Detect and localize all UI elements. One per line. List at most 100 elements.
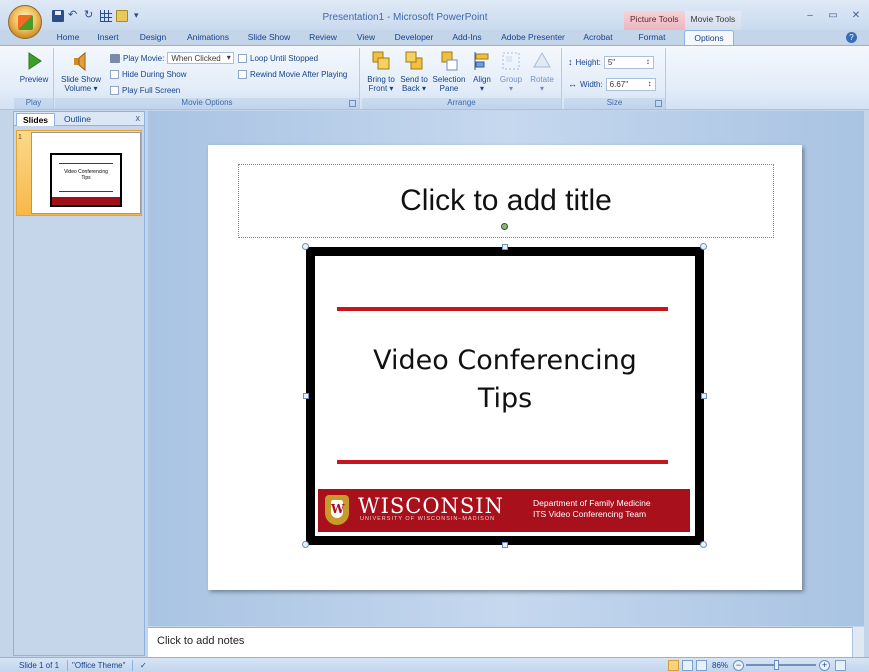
resize-handle-right[interactable] (701, 393, 707, 399)
send-to-back-button[interactable]: Send to Back ▾ (398, 50, 430, 93)
resize-handle-top[interactable] (502, 244, 508, 250)
title-bar: Presentation1 - Microsoft PowerPoint Pic… (0, 0, 869, 39)
thumbnail-title: Video Conferencing Tips (52, 169, 120, 181)
fit-to-window-icon[interactable] (835, 660, 846, 671)
table-icon[interactable] (100, 10, 112, 22)
align-button[interactable]: Align ▾ (469, 50, 495, 93)
zoom-in-icon[interactable]: + (819, 660, 830, 671)
rewind-movie-label: Rewind Movie After Playing (250, 69, 348, 79)
save-icon[interactable] (52, 10, 64, 22)
play-full-screen-row[interactable]: Play Full Screen (110, 84, 180, 96)
movie-options-group: Slide Show Volume ▾ Play Movie: When Cli… (55, 48, 360, 109)
ribbon: Preview Play Slide Show Volume ▾ Play Mo… (0, 45, 869, 110)
rotate-icon (532, 50, 552, 72)
rotate-button[interactable]: Rotate ▾ (527, 50, 557, 93)
tab-outline[interactable]: Outline (58, 113, 97, 126)
thumbnail-title-line-2: Tips (81, 175, 91, 181)
rewind-movie-checkbox[interactable] (238, 69, 247, 79)
bring-front-dropdown-icon: ▾ (387, 84, 394, 93)
university-name: WISCONSIN (358, 494, 504, 518)
resize-handle-bottom[interactable] (502, 542, 508, 548)
size-launcher-icon[interactable] (655, 100, 662, 107)
tab-add-ins[interactable]: Add-Ins (448, 30, 486, 45)
height-icon: ↕ (568, 57, 573, 67)
slide-show-view-icon[interactable] (696, 660, 707, 671)
resize-handle-top-left[interactable] (302, 243, 309, 250)
resize-handle-bottom-left[interactable] (302, 541, 309, 548)
tab-adobe-presenter[interactable]: Adobe Presenter (498, 30, 568, 45)
rewind-movie-row[interactable]: Rewind Movie After Playing (238, 68, 347, 80)
tab-slides[interactable]: Slides (16, 113, 56, 126)
tab-options[interactable]: Options (684, 30, 734, 45)
bring-to-front-button[interactable]: Bring to Front ▾ (365, 50, 397, 93)
play-movie-dropdown[interactable]: When Clicked (167, 52, 234, 64)
slide-workspace: Click to add title Video Conferencing Ti… (148, 111, 864, 626)
group-icon (501, 50, 521, 72)
rotation-handle[interactable] (501, 223, 508, 230)
preview-button[interactable]: Preview (17, 50, 51, 84)
loop-until-stopped-checkbox[interactable] (238, 53, 247, 63)
play-full-screen-checkbox[interactable] (110, 85, 119, 95)
slides-pane-tabs: Slides Outline x (14, 112, 144, 126)
zoom-level[interactable]: 86% (712, 661, 728, 670)
loop-until-stopped-label: Loop Until Stopped (250, 53, 319, 63)
height-label: Height: (575, 57, 601, 67)
notes-placeholder[interactable]: Click to add notes (157, 635, 244, 647)
size-group-label: Size (564, 98, 665, 109)
redo-icon[interactable] (84, 8, 96, 22)
close-pane-icon[interactable]: x (136, 113, 141, 123)
department-text: Department of Family Medicine ITS Video … (533, 498, 651, 520)
slide-canvas[interactable]: Click to add title Video Conferencing Ti… (208, 145, 802, 590)
width-spinner[interactable]: 6.67" (605, 77, 656, 91)
tab-developer[interactable]: Developer (391, 30, 437, 45)
notes-pane[interactable]: Click to add notes (148, 627, 852, 657)
open-folder-icon[interactable] (116, 10, 128, 22)
hide-during-show-row[interactable]: Hide During Show (110, 68, 186, 80)
spelling-check-icon[interactable]: ✓ (140, 661, 147, 670)
normal-view-icon[interactable] (668, 660, 679, 671)
group-button[interactable]: Group ▾ (497, 50, 525, 93)
slide-show-volume-button[interactable]: Slide Show Volume ▾ (58, 50, 104, 93)
movie-options-launcher-icon[interactable] (349, 100, 356, 107)
tab-format[interactable]: Format (628, 30, 676, 45)
zoom-slider[interactable] (746, 664, 816, 666)
resize-handle-left[interactable] (303, 393, 309, 399)
height-spinner[interactable]: 5" (603, 55, 654, 69)
play-movie-row: Play Movie: When Clicked (110, 52, 234, 64)
tab-acrobat[interactable]: Acrobat (578, 30, 618, 45)
tab-design[interactable]: Design (136, 30, 170, 45)
tab-home[interactable]: Home (52, 30, 84, 45)
play-icon (24, 50, 44, 72)
office-logo-icon (18, 15, 33, 30)
restore-icon[interactable]: ▭ (828, 10, 838, 21)
office-button[interactable] (8, 5, 42, 39)
tab-animations[interactable]: Animations (182, 30, 234, 45)
resize-handle-top-right[interactable] (700, 243, 707, 250)
help-icon[interactable]: ? (846, 32, 857, 43)
tab-insert[interactable]: Insert (92, 30, 124, 45)
vertical-scrollbar[interactable] (852, 627, 864, 657)
movie-object[interactable]: Video Conferencing Tips W WISCONSIN UNIV… (306, 247, 704, 545)
thumbnail-red-line-bottom (59, 191, 113, 192)
slide-sorter-view-icon[interactable] (682, 660, 693, 671)
size-group: ↕ Height: 5" ↔ Width: 6.67" Size (564, 48, 666, 109)
customize-qat-icon[interactable] (132, 10, 144, 22)
tab-view[interactable]: View (352, 30, 380, 45)
hide-during-show-checkbox[interactable] (110, 69, 119, 79)
undo-icon[interactable] (68, 8, 80, 22)
minimize-icon[interactable]: – (805, 10, 815, 21)
loop-until-stopped-row[interactable]: Loop Until Stopped (238, 52, 318, 64)
zoom-out-icon[interactable]: − (733, 660, 744, 671)
slide-thumbnail[interactable]: Video Conferencing Tips (31, 132, 141, 214)
quick-access-toolbar (48, 8, 144, 23)
close-icon[interactable]: ✕ (851, 10, 861, 21)
selection-pane-button[interactable]: Selection Pane (431, 50, 467, 93)
tab-slide-show[interactable]: Slide Show (244, 30, 294, 45)
tab-review[interactable]: Review (305, 30, 341, 45)
volume-label: Volume (64, 84, 92, 93)
width-row: ↔ Width: 6.67" (568, 77, 656, 91)
movie-tools-header: Movie Tools (684, 11, 742, 30)
resize-handle-bottom-right[interactable] (700, 541, 707, 548)
slide-number: 1 (18, 134, 22, 141)
zoom-slider-thumb[interactable] (774, 660, 779, 670)
